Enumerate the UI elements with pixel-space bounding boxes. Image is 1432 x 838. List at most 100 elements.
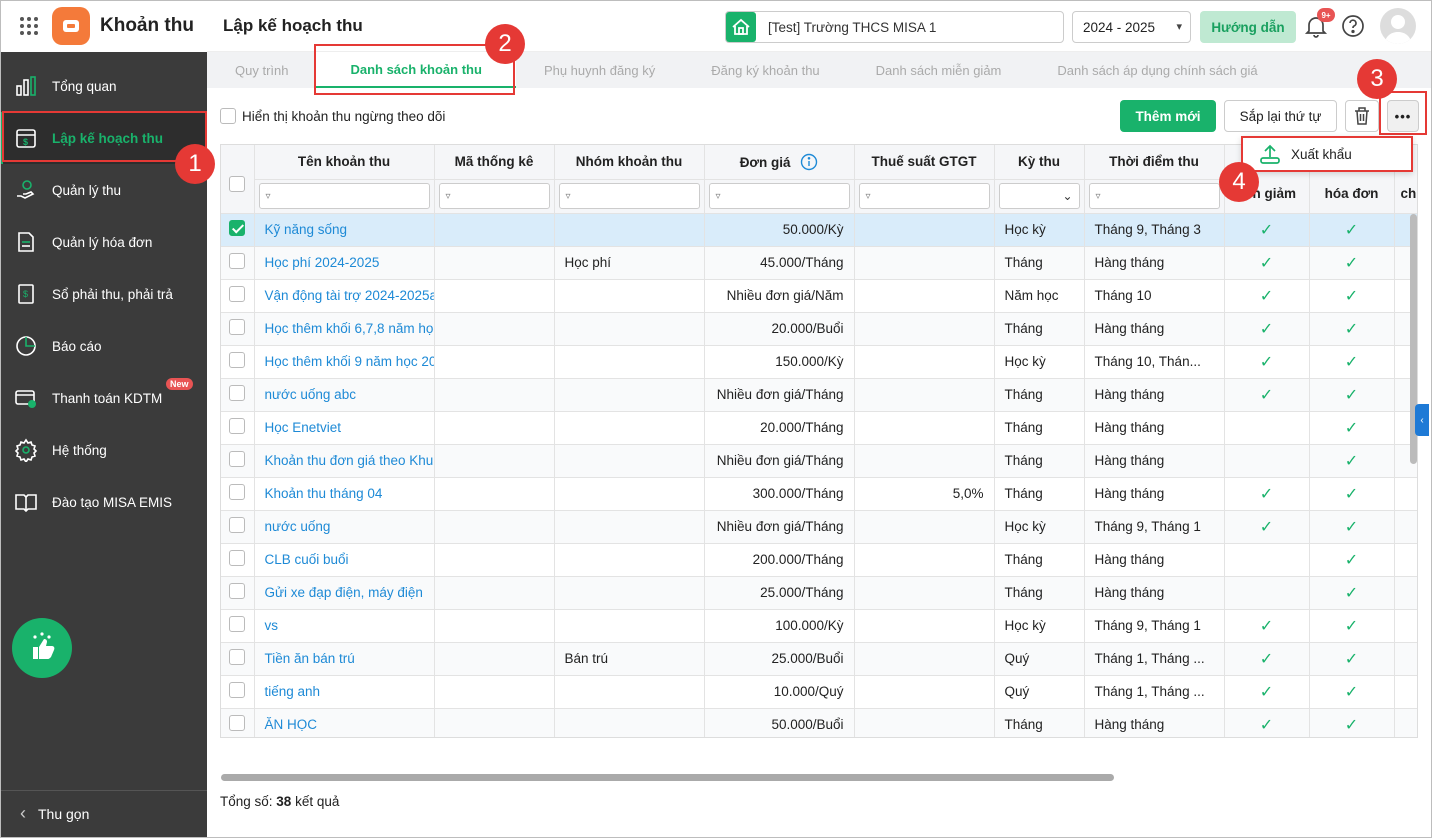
col-header-name[interactable]: Tên khoản thu (254, 145, 435, 180)
svg-text:$: $ (23, 289, 28, 299)
school-select[interactable]: [Test] Trường THCS MISA 1 (725, 11, 1064, 43)
sidebar-item-overview[interactable]: Tổng quan (0, 60, 207, 112)
table-row[interactable]: Tiền ăn bán trú Bán trú 25.000/Buổi Quý Thán… (221, 642, 1417, 676)
tab-parent-register[interactable]: Phụ huynh đăng ký (516, 52, 683, 88)
table-row[interactable]: Học thêm khối 9 năm học 20 150.000/Kỳ Học … (221, 345, 1417, 379)
revenue-name-link[interactable]: Học Enetviet (254, 411, 435, 445)
table-row[interactable]: vs 100.000/Kỳ Học kỳ Tháng 9, Tháng 1 ✓ ✓ (221, 609, 1417, 643)
info-icon[interactable] (800, 153, 818, 171)
horizontal-scrollbar[interactable] (221, 774, 1114, 781)
group-cell (554, 411, 705, 445)
revenue-name-link[interactable]: nước uống abc (254, 378, 435, 412)
filter-group-input[interactable]: ▿ (558, 183, 700, 209)
revenue-name-link[interactable]: Học thêm khối 6,7,8 năm học (254, 312, 435, 346)
table-row[interactable]: ĂN HỌC 50.000/Buổi Tháng Hàng tháng ✓ ✓ (221, 708, 1417, 737)
col-header-period[interactable]: Kỳ thu (994, 145, 1085, 180)
sidebar-item-ledger[interactable]: $ Sổ phải thu, phải trả (0, 268, 207, 320)
revenue-name-link[interactable]: Vận động tài trợ 2024-2025a (254, 279, 435, 313)
row-checkbox[interactable] (229, 550, 246, 566)
invoice-check-icon: ✓ (1309, 246, 1395, 280)
row-checkbox[interactable] (229, 286, 246, 302)
revenue-name-link[interactable]: Khoản thu tháng 04 (254, 477, 435, 511)
row-checkbox[interactable] (229, 649, 246, 665)
tab-revenue-register[interactable]: Đăng ký khoản thu (683, 52, 847, 88)
school-year-select[interactable]: 2024 - 2025 ▾ (1072, 11, 1191, 43)
sidebar-item-payment[interactable]: Thanh toán KDTM New (0, 372, 207, 424)
table-row[interactable]: nước uống abc Nhiều đơn giá/Tháng Tháng Hàn… (221, 378, 1417, 412)
feedback-like-button[interactable] (12, 618, 72, 678)
table-row[interactable]: Khoản thu tháng 04 300.000/Tháng 5,0% Tháng… (221, 477, 1417, 511)
filter-vat-input[interactable]: ▿ (858, 183, 990, 209)
row-checkbox[interactable] (229, 682, 246, 698)
avatar[interactable] (1380, 8, 1416, 44)
revenue-name-link[interactable]: nước uống (254, 510, 435, 544)
discount-check-icon (1224, 444, 1310, 478)
table-row[interactable]: Vận động tài trợ 2024-2025a Nhiều đơn giá… (221, 279, 1417, 313)
row-checkbox[interactable] (229, 616, 246, 632)
export-menu-item[interactable]: Xuất khẩu (1291, 147, 1352, 162)
row-checkbox[interactable] (229, 220, 246, 236)
row-checkbox[interactable] (229, 484, 246, 500)
tab-process[interactable]: Quy trình (207, 52, 316, 88)
help-icon[interactable] (1341, 14, 1365, 38)
revenue-name-link[interactable]: CLB cuối buổi (254, 543, 435, 577)
guide-button[interactable]: Hướng dẫn (1200, 11, 1296, 43)
select-all-checkbox[interactable] (229, 175, 246, 192)
col-header-time[interactable]: Thời điểm thu (1084, 145, 1225, 180)
filter-code-input[interactable]: ▿ (438, 183, 550, 209)
tab-exemption-list[interactable]: Danh sách miễn giảm (848, 52, 1030, 88)
add-new-button[interactable]: Thêm mới (1120, 100, 1216, 132)
row-select-cell (221, 477, 255, 511)
row-checkbox[interactable] (229, 451, 246, 467)
tab-price-policy-list[interactable]: Danh sách áp dụng chính sách giá (1029, 52, 1285, 88)
revenue-name-link[interactable]: ĂN HỌC (254, 708, 435, 737)
table-row[interactable]: nước uống Nhiều đơn giá/Tháng Học kỳ Tháng … (221, 510, 1417, 544)
row-checkbox[interactable] (229, 715, 246, 731)
revenue-name-link[interactable]: Học thêm khối 9 năm học 20 (254, 345, 435, 379)
row-checkbox[interactable] (229, 319, 246, 335)
show-stopped-checkbox[interactable]: Hiển thị khoản thu ngừng theo dõi (220, 108, 445, 124)
table-row[interactable]: Gửi xe đạp điện, máy điện 25.000/Tháng Thá… (221, 576, 1417, 610)
row-checkbox[interactable] (229, 418, 246, 434)
checkbox[interactable] (220, 108, 236, 124)
table-row[interactable]: tiếng anh 10.000/Quý Quý Tháng 1, Tháng ...… (221, 675, 1417, 709)
reorder-button[interactable]: Sắp lại thứ tự (1224, 100, 1337, 132)
col-header-group[interactable]: Nhóm khoản thu (554, 145, 705, 180)
sidebar-item-training[interactable]: Đào tạo MISA EMIS (0, 476, 207, 528)
filter-cell: ▿ (1084, 179, 1225, 214)
app-grid-icon[interactable] (20, 16, 40, 36)
filter-name-input[interactable]: ▿ (258, 183, 430, 209)
filter-price-input[interactable]: ▿ (708, 183, 850, 209)
table-row[interactable]: Học Enetviet 20.000/Tháng Tháng Hàng tháng ✓ (221, 411, 1417, 445)
row-checkbox[interactable] (229, 385, 246, 401)
vat-cell (854, 246, 995, 280)
col-header-price[interactable]: Đơn giá (704, 145, 855, 180)
collapse-sidebar-button[interactable]: ‹ Thu gọn (0, 790, 207, 836)
col-header-code[interactable]: Mã thống kê (434, 145, 555, 180)
row-checkbox[interactable] (229, 352, 246, 368)
row-checkbox[interactable] (229, 253, 246, 269)
revenue-name-link[interactable]: tiếng anh (254, 675, 435, 709)
row-checkbox[interactable] (229, 517, 246, 533)
revenue-name-link[interactable]: vs (254, 609, 435, 643)
sidebar-item-invoice[interactable]: Quản lý hóa đơn (0, 216, 207, 268)
price-cell: 150.000/Kỳ (704, 345, 855, 379)
sidebar-item-report[interactable]: Báo cáo (0, 320, 207, 372)
sidebar-item-system[interactable]: Hệ thống (0, 424, 207, 476)
revenue-name-link[interactable]: Học phí 2024-2025 (254, 246, 435, 280)
revenue-name-link[interactable]: Kỹ năng sống (254, 213, 435, 247)
revenue-name-link[interactable]: Gửi xe đạp điện, máy điện (254, 576, 435, 610)
table-row[interactable]: Học phí 2024-2025 Học phí 45.000/Tháng Thán… (221, 246, 1417, 280)
revenue-name-link[interactable]: Tiền ăn bán trú (254, 642, 435, 676)
row-checkbox[interactable] (229, 583, 246, 599)
table-row[interactable]: Học thêm khối 6,7,8 năm học 20.000/Buổi Th… (221, 312, 1417, 346)
table-row[interactable]: Khoản thu đơn giá theo Khu Nhiều đơn giá/… (221, 444, 1417, 478)
side-panel-toggle[interactable]: ‹ (1415, 404, 1429, 436)
revenue-name-link[interactable]: Khoản thu đơn giá theo Khu (254, 444, 435, 478)
table-row[interactable]: CLB cuối buổi 200.000/Tháng Tháng Hàng thán… (221, 543, 1417, 577)
delete-button[interactable] (1345, 100, 1379, 132)
col-header-vat[interactable]: Thuế suất GTGT (854, 145, 995, 180)
filter-time-input[interactable]: ▿ (1088, 183, 1220, 209)
table-row[interactable]: Kỹ năng sống 50.000/Kỳ Học kỳ Tháng 9, Thán… (221, 213, 1417, 247)
filter-period-select[interactable]: ⌄ (998, 183, 1080, 209)
